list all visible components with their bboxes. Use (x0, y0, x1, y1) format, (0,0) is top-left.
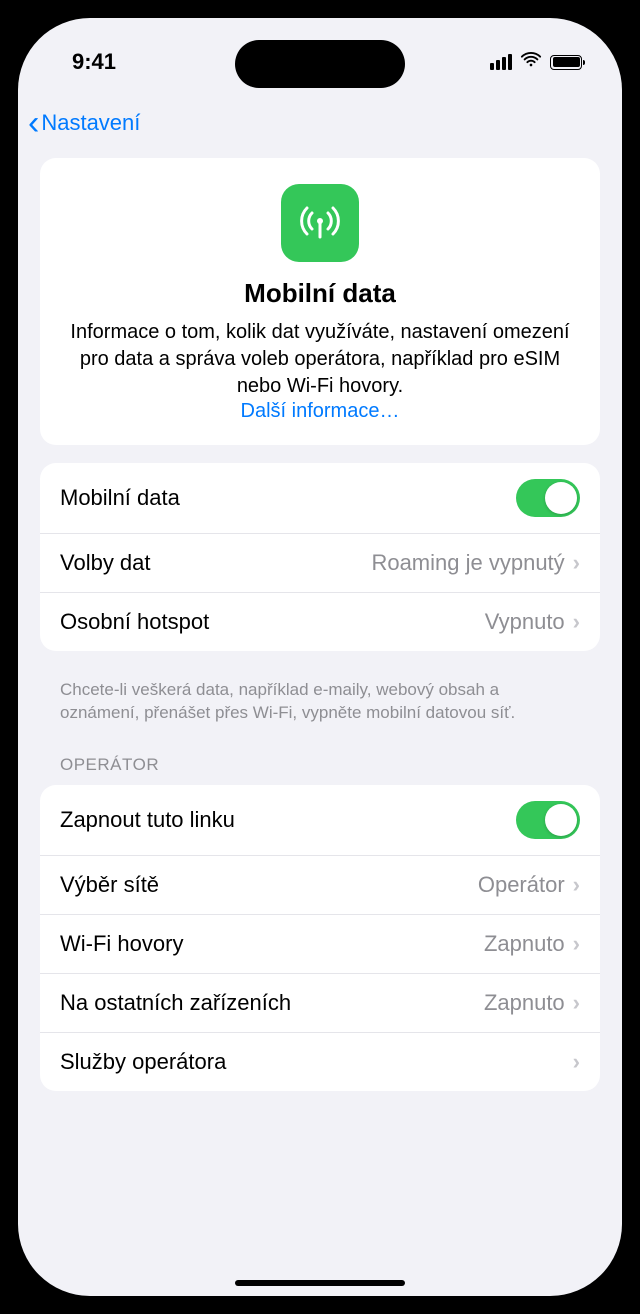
group1-footer: Chcete-li veškerá data, například e-mail… (40, 669, 600, 749)
network-selection-value: Operátor (478, 872, 565, 898)
turn-on-line-label: Zapnout tuto linku (60, 807, 235, 833)
cellular-data-label: Mobilní data (60, 485, 180, 511)
other-devices-label: Na ostatních zařízeních (60, 990, 291, 1016)
other-devices-value: Zapnuto (484, 990, 565, 1016)
chevron-right-icon: › (573, 872, 580, 898)
hero-description: Informace o tom, kolik dat využíváte, na… (62, 319, 578, 400)
chevron-right-icon: › (573, 990, 580, 1016)
network-selection-row[interactable]: Výběr sítě Operátor › (40, 856, 600, 915)
status-right (490, 48, 582, 76)
battery-icon (550, 55, 582, 70)
chevron-right-icon: › (573, 931, 580, 957)
data-options-value: Roaming je vypnutý (371, 550, 564, 576)
wifi-icon (520, 48, 542, 76)
personal-hotspot-row[interactable]: Osobní hotspot Vypnuto › (40, 593, 600, 651)
turn-on-line-row: Zapnout tuto linku (40, 785, 600, 856)
chevron-right-icon: › (573, 550, 580, 576)
data-options-row[interactable]: Volby dat Roaming je vypnutý › (40, 534, 600, 593)
hero-title: Mobilní data (62, 278, 578, 309)
learn-more-link[interactable]: Další informace… (62, 400, 578, 423)
carrier-services-row[interactable]: Služby operátora › (40, 1033, 600, 1091)
wifi-calling-value: Zapnuto (484, 931, 565, 957)
network-selection-label: Výběr sítě (60, 872, 159, 898)
hotspot-value: Vypnuto (485, 609, 565, 635)
operator-group: Zapnout tuto linku Výběr sítě Operátor ›… (40, 785, 600, 1091)
hero-card: Mobilní data Informace o tom, kolik dat … (40, 158, 600, 445)
chevron-right-icon: › (573, 1049, 580, 1075)
hotspot-label: Osobní hotspot (60, 609, 209, 635)
home-indicator[interactable] (235, 1280, 405, 1286)
other-devices-row[interactable]: Na ostatních zařízeních Zapnuto › (40, 974, 600, 1033)
cellular-data-row: Mobilní data (40, 463, 600, 534)
dynamic-island (235, 40, 405, 88)
turn-on-line-toggle[interactable] (516, 801, 580, 839)
data-options-label: Volby dat (60, 550, 151, 576)
back-chevron-icon[interactable]: ‹ (28, 106, 39, 140)
chevron-right-icon: › (573, 609, 580, 635)
wifi-calling-label: Wi-Fi hovory (60, 931, 183, 957)
cellular-data-toggle[interactable] (516, 479, 580, 517)
back-button[interactable]: Nastavení (41, 110, 140, 136)
cellular-signal-icon (490, 54, 512, 70)
operator-section-header: OPERÁTOR (40, 749, 600, 785)
wifi-calling-row[interactable]: Wi-Fi hovory Zapnuto › (40, 915, 600, 974)
cellular-settings-group: Mobilní data Volby dat Roaming je vypnut… (40, 463, 600, 651)
carrier-services-label: Služby operátora (60, 1049, 226, 1075)
cellular-data-app-icon (281, 184, 359, 262)
nav-bar: ‹ Nastavení (18, 88, 622, 158)
status-time: 9:41 (72, 49, 116, 75)
